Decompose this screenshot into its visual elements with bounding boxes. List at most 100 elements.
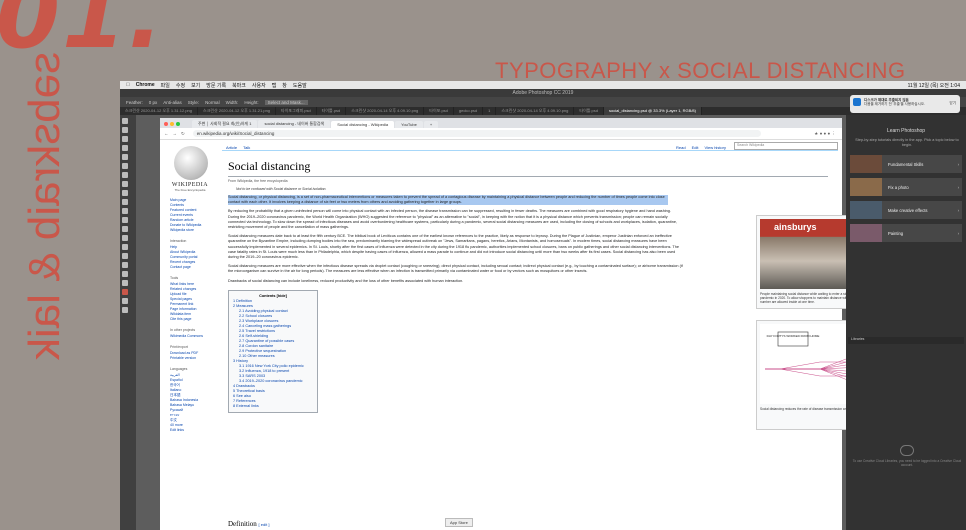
doc-tab[interactable]: 스크린샷 2020-04-12 오후 1.31.12.png [120,107,199,115]
tool-icon[interactable] [122,253,128,259]
tool-icon[interactable] [122,244,128,250]
wikipedia-globe-logo[interactable] [174,146,208,180]
tool-icon[interactable] [122,127,128,133]
back-icon[interactable]: ← [164,131,169,136]
menu-item[interactable]: 도움말 [293,82,307,89]
tool-icon[interactable] [122,163,128,169]
card-thumbnail [850,178,882,196]
doc-tab[interactable]: 타이틀.psd [574,107,604,115]
doc-tab[interactable]: gecko.psd [454,107,484,115]
wiki-tab[interactable]: Edit [692,145,699,150]
tool-icon[interactable] [122,190,128,196]
wiki-tab[interactable]: Article [226,145,237,150]
doc-tab[interactable]: 타이포.psd [424,107,454,115]
menu-item[interactable]: 창 [282,82,287,89]
tool-icon[interactable] [122,289,128,295]
option-item[interactable]: Style: [188,100,199,105]
browser-tab[interactable]: + [423,121,439,128]
option-item[interactable]: 0 px [149,100,158,105]
menu-item[interactable]: 사용자 [252,82,266,89]
reload-icon[interactable]: ↻ [181,131,185,137]
doc-tab[interactable]: 스크린샷 2020-04-14 오후 4.09.10.png [496,107,575,115]
section-definition-heading: Definition [ edit ] [228,520,269,528]
tool-icon[interactable] [122,235,128,241]
tool-icon[interactable] [122,181,128,187]
browser-tab[interactable]: social distancing - 네이버 통합검색 [258,120,331,128]
photoshop-options-bar: Feather: 0 px Anti-alias Style: Normal Width:… [120,97,966,107]
menu-item[interactable]: 탭 [272,82,277,89]
card-thumbnail [850,201,882,219]
extension-icons[interactable]: ★ ● ● ● ⋮ [814,131,836,137]
sidebar-link[interactable]: Printable version [170,356,220,361]
tool-icon[interactable] [122,145,128,151]
sidebar-section: Tools What links here Related changes Uploa… [170,276,220,322]
option-item[interactable]: Feather: [126,100,143,105]
learn-card[interactable]: Make creative effects › [850,201,962,219]
option-item[interactable]: Anti-alias [163,100,182,105]
doc-tab[interactable]: 1 [483,107,497,115]
page-title: Social distancing [228,159,828,177]
menu-item[interactable]: 북마크 [232,82,246,89]
tool-icon[interactable] [122,136,128,142]
tool-icon[interactable] [122,172,128,178]
maximize-icon[interactable] [176,122,180,126]
tool-icon[interactable] [122,199,128,205]
forward-icon[interactable]: → [173,131,178,136]
sidebar-section: In other projects Wikimedia Commons [170,328,220,339]
option-item[interactable]: Width: [226,100,239,105]
article-paragraph: By reducing the probability that a given… [228,209,677,230]
page-subtitle: From Wikipedia, the free encyclopedia [228,179,288,183]
minimize-icon[interactable] [170,122,174,126]
doc-tab[interactable]: 타이포그래피.psd [276,107,317,115]
browser-tab[interactable]: YouTube [395,121,423,128]
menu-item[interactable]: 파일 [161,82,170,89]
definition-edit-link[interactable]: [ edit ] [259,522,270,527]
browser-tab[interactable]: Social distancing - Wikipedia [331,121,395,128]
wiki-search-input[interactable]: Search Wikipedia [734,142,838,150]
sidebar-link[interactable]: Wikipedia store [170,228,220,233]
tool-icon[interactable] [122,208,128,214]
doc-tab[interactable]: 스크린샷 2020-04-14 오후 4.09.10.png [346,107,425,115]
option-item[interactable]: Select and Mask... [264,99,308,105]
wiki-tab[interactable]: Talk [243,145,250,150]
wiki-tab[interactable]: View history [705,145,727,150]
doc-tab[interactable]: social_distancing.psd @ 33.3% (Layer 1, … [604,107,702,115]
card-label: Painting [888,230,904,236]
tool-icon[interactable] [122,226,128,232]
sidebar-link[interactable]: Cite this page [170,317,220,322]
notification-close-button[interactable]: 닫기 [950,101,956,106]
address-bar[interactable]: en.wikipedia.org/wiki/Social_distancing [192,130,761,137]
tool-icon[interactable] [122,271,128,277]
tool-icon[interactable] [122,298,128,304]
store-sign: ainsburys [774,222,817,232]
photoshop-titlebar: Adobe Photoshop CC 2019 [120,89,966,97]
sidebar-link[interactable]: Contact page [170,265,220,270]
learn-card[interactable]: Painting › [850,224,962,242]
sidebar-link[interactable]: Wikimedia Commons [170,334,220,339]
window-controls [164,122,182,126]
browser-tab[interactable]: 주변 │ 사회적 필요 최(인)하게 1 [192,120,258,128]
tool-icon[interactable] [122,280,128,286]
menu-item[interactable]: Chrome [136,82,155,89]
sidebar-link[interactable]: Edit links [170,428,220,433]
tool-icon[interactable] [122,262,128,268]
wiki-tab[interactable]: Read [676,145,686,150]
tool-icon[interactable] [122,118,128,124]
chevron-right-icon: › [957,184,959,190]
menu-item[interactable]: 수정 [176,82,185,89]
sidebar-heading: Languages [170,367,188,371]
option-item[interactable]: Height: [244,100,258,105]
close-icon[interactable] [164,122,168,126]
menu-item[interactable]: 보기 [191,82,200,89]
doc-tab[interactable]: 스크린샷 2020-04-12 오후 1.31.21.png [198,107,277,115]
tool-icon[interactable] [122,307,128,313]
learn-card[interactable]: Fix a photo › [850,178,962,196]
tool-icon[interactable] [122,154,128,160]
learn-card[interactable]: Fundamental Skills › [850,155,962,173]
tool-icon[interactable] [122,217,128,223]
doc-tab[interactable]: 타이틀.psd [317,107,347,115]
url-row: ← → ↻ en.wikipedia.org/wiki/Social_dista… [160,128,842,140]
option-item[interactable]: Normal [205,100,220,105]
menu-item[interactable]: 방문 기록 [206,82,226,89]
toc-item[interactable]: 8 External links [233,404,313,409]
